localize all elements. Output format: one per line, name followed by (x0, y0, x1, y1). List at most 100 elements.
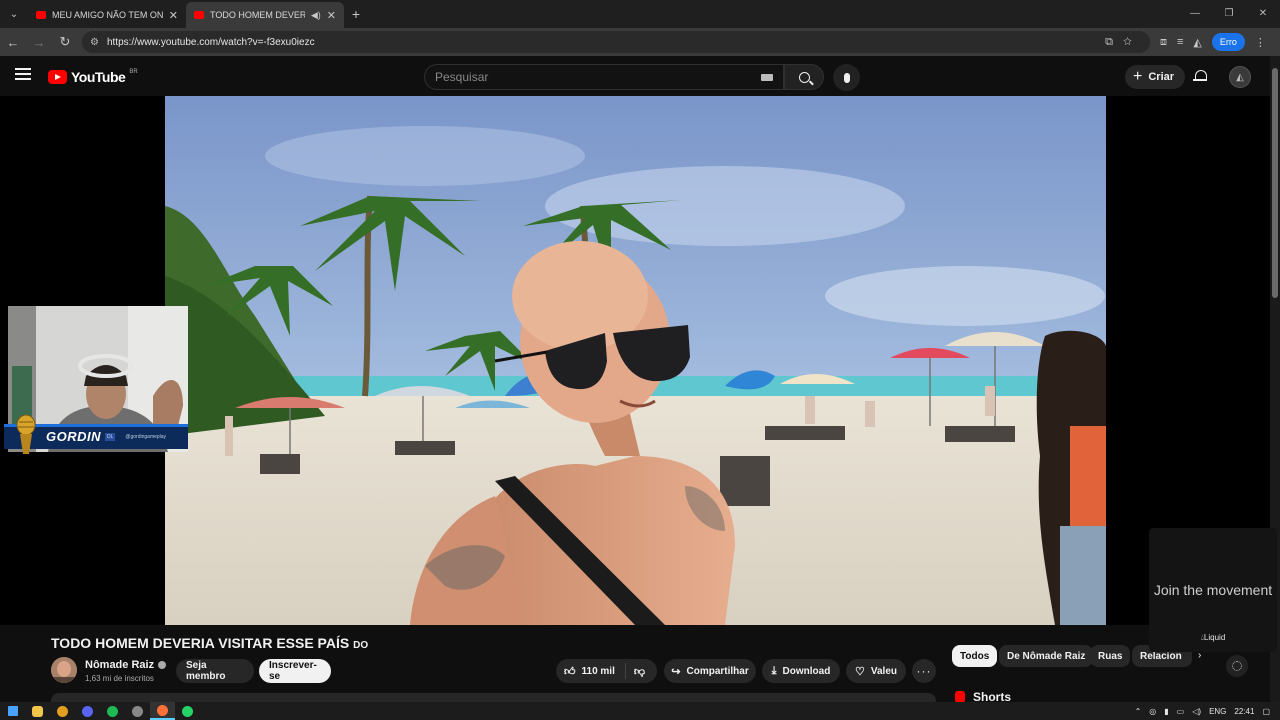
subscribe-button[interactable]: Inscrever-se (259, 659, 331, 683)
start-button[interactable] (0, 702, 25, 720)
share-label: Compartilhar (686, 665, 749, 677)
browser-tab-1[interactable]: MEU AMIGO NÃO TEM ONDE MO ✕ (28, 2, 186, 28)
voice-search-button[interactable] (833, 64, 860, 91)
install-and-bookmark-icons[interactable]: ⧉☆ (1105, 36, 1142, 49)
channel-name[interactable]: Nômade Raiz (85, 659, 167, 671)
notifications-icon[interactable]: ▢ (1262, 707, 1270, 716)
notifications-bell-icon[interactable] (1193, 69, 1207, 83)
download-button[interactable]: ⤓ Download (762, 659, 840, 683)
create-button[interactable]: + Criar (1125, 65, 1186, 89)
audio-playing-icon[interactable]: ◀) (311, 10, 321, 21)
youtube-favicon-icon (36, 11, 46, 19)
taskbar-app[interactable] (125, 702, 150, 720)
golden-microphone-icon (16, 414, 36, 454)
chip-label: De Nômade Raiz (1007, 650, 1086, 662)
microphone-icon (843, 72, 850, 83)
youtube-logo[interactable]: YouTube BR (48, 69, 138, 85)
youtube-header: YouTube BR + Criar ◭ (0, 56, 1270, 96)
like-button[interactable]: 👍︎ 110 mil (556, 663, 626, 679)
site-info-icon[interactable]: ⚙ (90, 37, 99, 48)
super-thanks-icon: ♡ (855, 665, 865, 678)
share-icon: ↪ (671, 665, 681, 678)
volume-icon[interactable]: ◁) (1192, 707, 1201, 716)
browser-tab-2[interactable]: TODO HOMEM DEVERIA VISITAR ◀) ✕ (186, 2, 344, 28)
ad-brand: 💧︎Liquid (1149, 633, 1277, 643)
like-count: 110 mil (581, 665, 615, 677)
extensions-icon[interactable]: ⧈ (1160, 36, 1167, 49)
more-actions-icon[interactable]: ··· (912, 659, 936, 683)
taskbar-chrome[interactable] (50, 702, 75, 720)
youtube-favicon-icon (194, 11, 204, 19)
account-avatar[interactable]: ◭ (1229, 66, 1251, 88)
plus-icon: + (1133, 68, 1143, 85)
video-player[interactable] (165, 96, 1106, 625)
taskbar-spotify[interactable] (100, 702, 125, 720)
ad-headline: Join the movement (1153, 582, 1273, 598)
download-label: Download (782, 665, 831, 677)
windows-icon (7, 706, 18, 716)
extensions-area: ⧈ ≡ ◭ Erro ⋮ (1160, 33, 1266, 51)
browser-tab-bar: ⌄ MEU AMIGO NÃO TEM ONDE MO ✕ TODO HOMEM… (0, 0, 1280, 28)
video-frame (165, 96, 1106, 625)
ad-brand-name: Liquid (1203, 633, 1226, 642)
taskbar-firefox[interactable] (150, 702, 175, 720)
minimize-icon[interactable]: — (1178, 0, 1212, 28)
ad-card[interactable]: Join the movement 💧︎Liquid (1149, 528, 1277, 652)
url-bar[interactable]: ⚙ https://www.youtube.com/watch?v=-f3exu… (82, 31, 1150, 53)
video-title-text: TODO HOMEM DEVERIA VISITAR ESSE PAÍS (51, 635, 350, 651)
ad-logo[interactable] (1226, 655, 1248, 677)
menu-icon[interactable] (15, 68, 31, 83)
chip-all[interactable]: Todos (952, 645, 998, 667)
join-button[interactable]: Seja membro (176, 659, 254, 683)
back-icon[interactable]: ← (0, 35, 26, 50)
chip-label: Ruas (1098, 650, 1123, 662)
channel-name-text[interactable]: Nômade Raiz (85, 659, 154, 671)
clock[interactable]: 22:41 (1234, 707, 1254, 716)
taskbar-whatsapp[interactable] (175, 702, 200, 720)
taskbar-explorer[interactable] (25, 702, 50, 720)
close-tab-icon[interactable]: ✕ (169, 9, 178, 22)
forward-icon[interactable]: → (26, 35, 52, 50)
channel-avatar[interactable] (51, 657, 77, 683)
video-title-suffix: DO (353, 640, 369, 651)
tray-app-icon[interactable]: ◎ (1149, 707, 1156, 716)
join-label: Seja membro (186, 660, 226, 682)
new-tab-button[interactable]: + (344, 6, 368, 22)
chip-streets[interactable]: Ruas (1090, 645, 1131, 667)
subscriber-count: 1,63 mi de inscritos (85, 674, 154, 683)
thumbs-up-icon: 👍︎ (564, 665, 576, 678)
thumbs-down-icon: 👎︎ (633, 665, 646, 678)
network-icon[interactable]: ▭ (1177, 707, 1185, 716)
share-button[interactable]: ↪ Compartilhar (664, 659, 756, 683)
tray-mic-icon[interactable]: ▮ (1164, 707, 1168, 716)
input-language[interactable]: ENG (1209, 707, 1226, 716)
chip-label: Todos (960, 650, 990, 662)
profile-icon[interactable]: ◭ (1193, 36, 1201, 49)
restore-icon[interactable]: ❐ (1212, 0, 1246, 28)
streamer-tag: DL (105, 432, 116, 441)
tab-title: MEU AMIGO NÃO TEM ONDE MO (52, 10, 163, 20)
close-tab-icon[interactable]: ✕ (327, 9, 336, 22)
taskbar-discord[interactable] (75, 702, 100, 720)
tray-chevron-icon[interactable]: ⌃ (1135, 707, 1142, 716)
os-taskbar: ⌃ ◎ ▮ ▭ ◁) ENG 22:41 ▢ (0, 702, 1280, 720)
browser-menu-icon[interactable]: ⋮ (1255, 36, 1266, 49)
media-control-icon[interactable]: ≡ (1177, 36, 1183, 48)
verified-badge-icon (158, 661, 167, 669)
spotify-icon (107, 705, 118, 717)
thanks-button[interactable]: ♡ Valeu (846, 659, 906, 683)
tab-search-button[interactable]: ⌄ (0, 0, 28, 28)
reload-icon[interactable]: ↻ (52, 34, 78, 50)
url-text[interactable]: https://www.youtube.com/watch?v=-f3exu0i… (107, 37, 1105, 48)
error-badge[interactable]: Erro (1211, 33, 1245, 51)
search-input[interactable] (435, 70, 761, 84)
keyboard-icon[interactable] (761, 73, 773, 81)
scrollbar-thumb[interactable] (1272, 68, 1278, 298)
chip-from-channel[interactable]: De Nômade Raiz (999, 645, 1094, 667)
dislike-button[interactable]: 👎︎ (626, 665, 653, 678)
subscribe-label: Inscrever-se (269, 660, 317, 682)
search-button[interactable] (784, 64, 824, 90)
whatsapp-icon (182, 705, 193, 717)
download-icon: ⤓ (771, 664, 777, 677)
close-window-icon[interactable]: ✕ (1246, 0, 1280, 28)
